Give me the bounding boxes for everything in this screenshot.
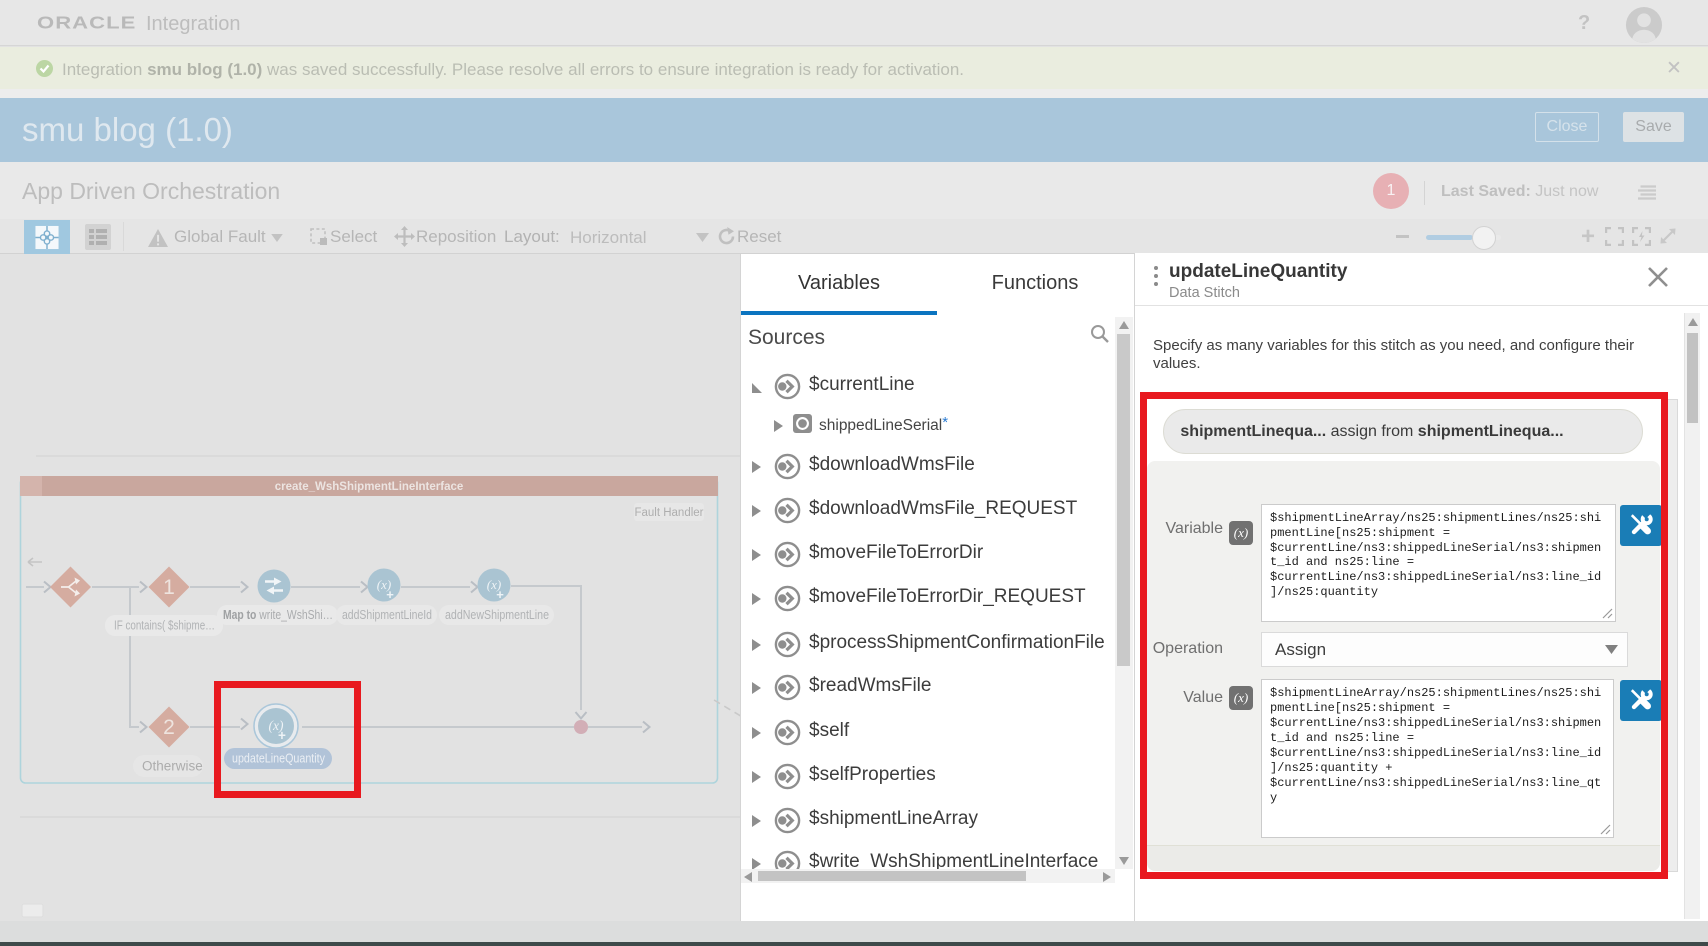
svg-text:addNewShipmentLine: addNewShipmentLine <box>445 608 549 622</box>
svg-text:Otherwise: Otherwise <box>142 759 203 774</box>
svg-text:addShipmentLineId: addShipmentLineId <box>342 608 432 622</box>
svg-text:create_WshShipmentLineInterfac: create_WshShipmentLineInterface <box>275 481 464 493</box>
svg-text:IF contains( $shipme…: IF contains( $shipme… <box>114 619 215 633</box>
svg-text:Fault Handler: Fault Handler <box>634 507 703 519</box>
svg-text:+: + <box>496 587 504 602</box>
svg-text:1: 1 <box>163 576 175 599</box>
svg-text:+: + <box>386 587 394 602</box>
svg-text:2: 2 <box>163 716 175 739</box>
svg-text:Map to write_WshShi…: Map to write_WshShi… <box>223 608 333 622</box>
